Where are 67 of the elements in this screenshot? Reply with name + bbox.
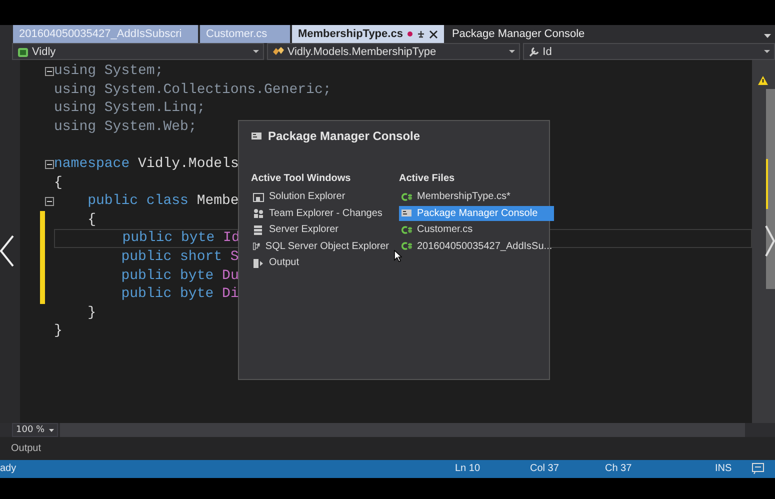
code-line: { bbox=[86, 210, 96, 230]
code-line: public byte Di bbox=[120, 285, 239, 304]
column-heading: Active Files bbox=[399, 173, 456, 184]
code-line: } bbox=[86, 304, 96, 322]
code-line: using System.Collections.Generic; bbox=[54, 80, 332, 100]
dropdown[interactable]: Vidly bbox=[12, 43, 264, 60]
dropdown-arrow-icon bbox=[764, 34, 771, 38]
dropdown[interactable]: Vidly.Models.MembershipType bbox=[267, 43, 520, 60]
collapse-icon[interactable] bbox=[45, 67, 54, 76]
warning-icon bbox=[758, 76, 768, 85]
class-icon bbox=[272, 46, 284, 58]
window-icon bbox=[253, 192, 264, 202]
chevron-right-icon[interactable] bbox=[765, 225, 775, 257]
dropdown-arrow-icon bbox=[49, 428, 54, 432]
panel-title[interactable]: Output bbox=[11, 443, 42, 454]
status-text: Ch 37 bbox=[605, 463, 632, 474]
csharp-file-icon bbox=[401, 224, 412, 234]
collapse-icon[interactable] bbox=[45, 197, 54, 206]
code-line: using System.Web; bbox=[54, 118, 197, 136]
collapse-icon[interactable] bbox=[45, 160, 54, 169]
code-line: using System; bbox=[54, 62, 164, 81]
dropdown-arrow-icon bbox=[508, 50, 515, 53]
scrollbar[interactable] bbox=[752, 60, 775, 423]
console-icon bbox=[401, 208, 412, 218]
database-tree-icon bbox=[253, 241, 260, 251]
status-text: Ln 10 bbox=[455, 463, 480, 474]
csharp-file-icon bbox=[401, 241, 412, 251]
dropdown[interactable]: Id bbox=[522, 43, 775, 60]
server-icon bbox=[253, 224, 264, 234]
code-line: public short S bbox=[120, 248, 239, 267]
status-text: ady bbox=[0, 463, 16, 474]
list-item[interactable]: Solution Explorer bbox=[251, 189, 391, 204]
panel-title: Package Manager Console bbox=[268, 129, 420, 143]
console-icon bbox=[251, 131, 262, 141]
output-icon bbox=[253, 258, 264, 268]
close-icon bbox=[428, 30, 438, 38]
list-item[interactable]: 201604050035427_AddIsSu... bbox=[399, 238, 554, 254]
code-line: public byte Du bbox=[120, 266, 239, 286]
csharp-file-icon bbox=[401, 192, 412, 202]
zoom-dropdown[interactable]: 100 % bbox=[12, 423, 58, 437]
people-icon bbox=[253, 208, 264, 218]
tab[interactable]: Package Manager Console bbox=[446, 25, 591, 43]
tab[interactable]: MembershipType.cs bbox=[292, 25, 444, 43]
project-icon bbox=[17, 46, 29, 58]
list-item[interactable]: MembershipType.cs* bbox=[399, 189, 554, 204]
code-line: } bbox=[54, 322, 62, 341]
list-item[interactable]: Server Explorer bbox=[251, 222, 391, 237]
list-item[interactable]: Package Manager Console bbox=[399, 206, 554, 220]
code-line: { bbox=[54, 174, 62, 192]
pin-icon bbox=[416, 30, 425, 38]
code-line: public class Membe bbox=[86, 192, 239, 211]
status-text: INS bbox=[715, 463, 732, 474]
dropdown-arrow-icon bbox=[764, 50, 770, 53]
list-item[interactable]: SQL Server Object Explorer bbox=[251, 238, 391, 254]
chevron-left-icon[interactable] bbox=[0, 235, 14, 267]
code-line: using System.Linq; bbox=[54, 99, 206, 118]
list-item[interactable]: Output bbox=[251, 255, 391, 270]
list-item[interactable]: Team Explorer - Changes bbox=[251, 206, 391, 220]
column-heading: Active Tool Windows bbox=[251, 173, 352, 184]
list-item[interactable]: Customer.cs bbox=[399, 222, 554, 237]
status-text: Col 37 bbox=[530, 463, 559, 474]
wrench-icon bbox=[528, 46, 540, 58]
code-line: namespace Vidly.Models bbox=[54, 154, 239, 174]
mouse-pointer-icon bbox=[394, 250, 402, 262]
horizontal-scrollbar[interactable] bbox=[60, 423, 745, 437]
dropdown-arrow-icon bbox=[253, 50, 260, 53]
feedback-icon[interactable] bbox=[752, 463, 764, 474]
